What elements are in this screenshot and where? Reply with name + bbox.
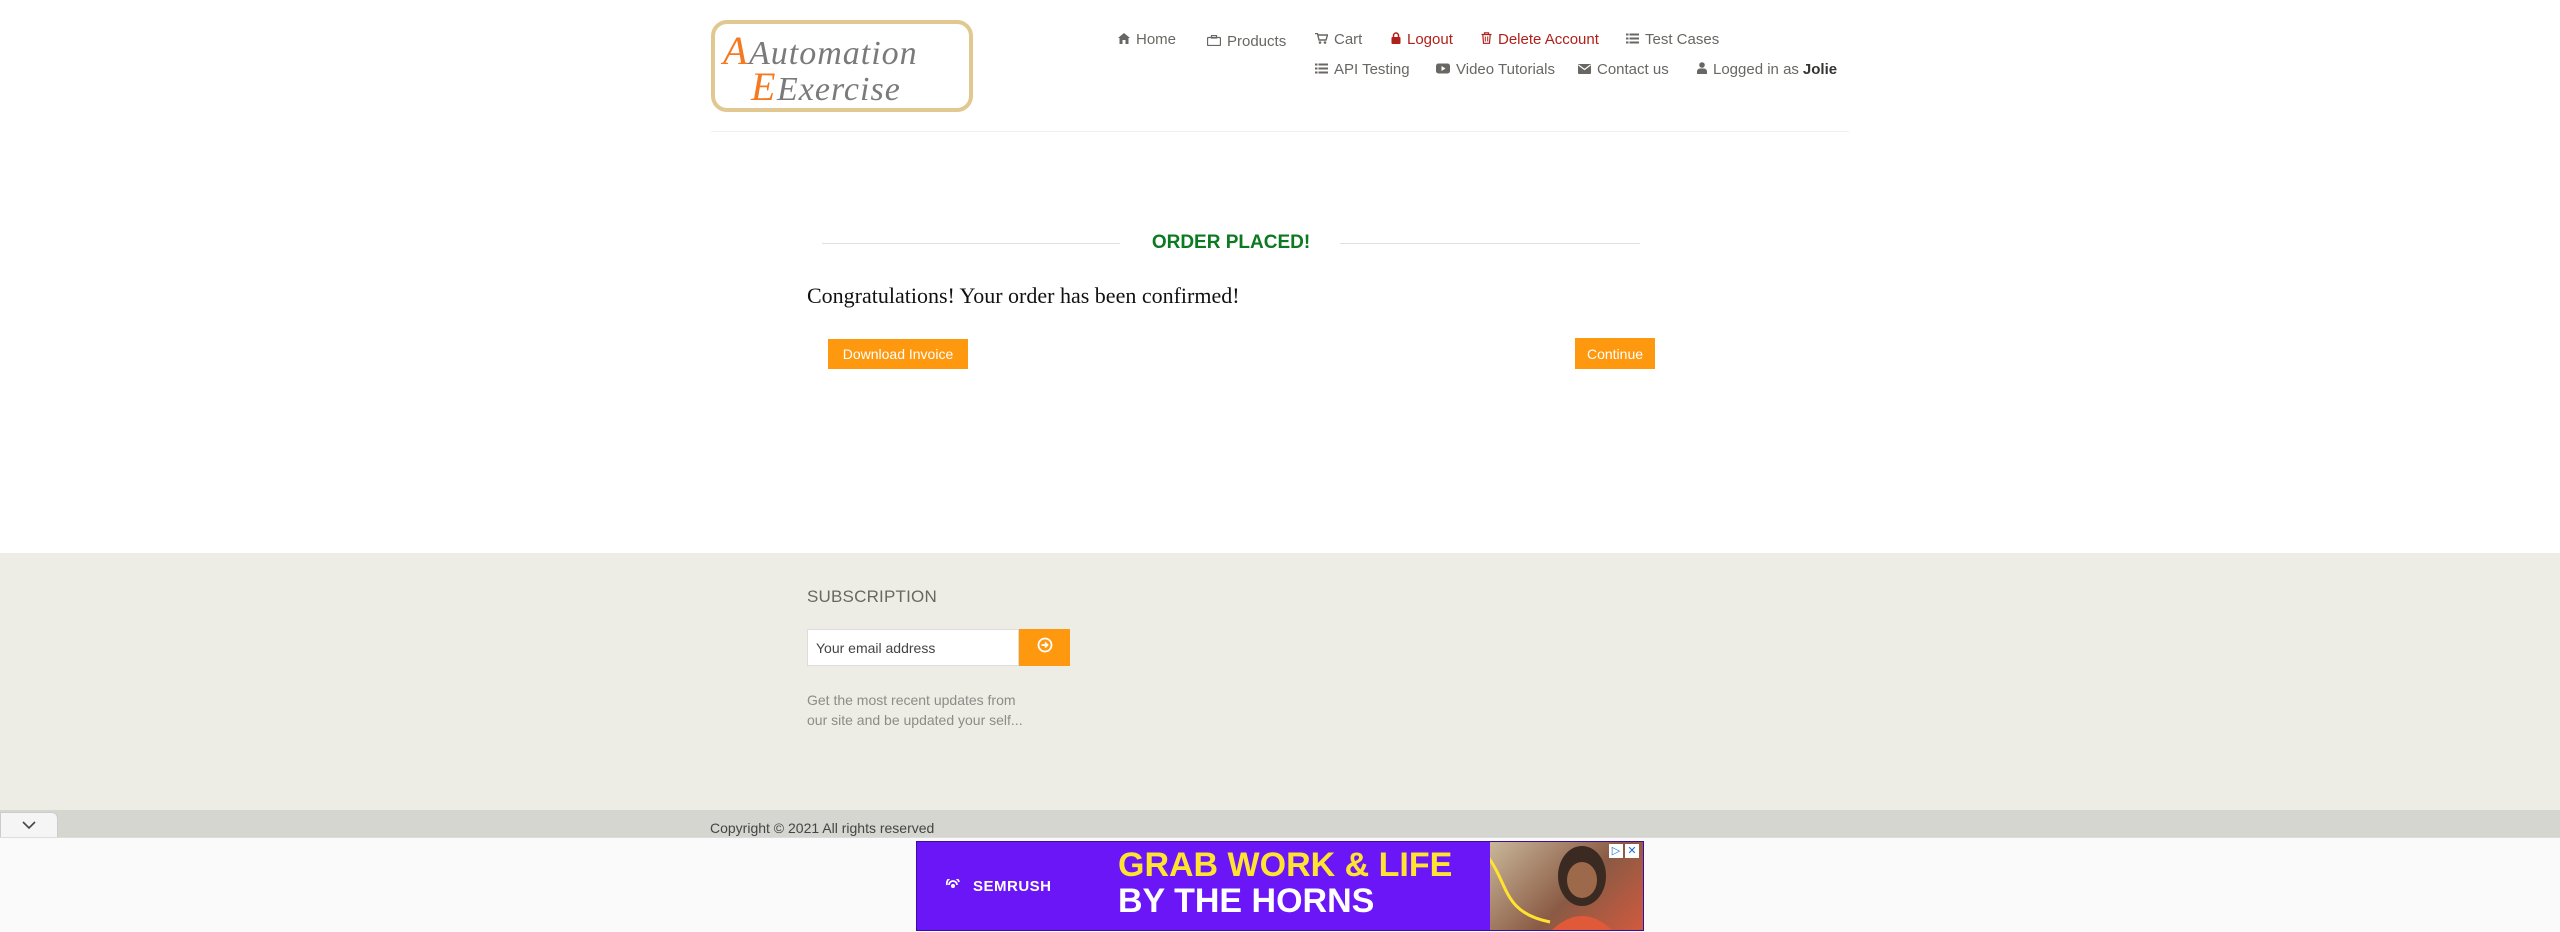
- subscribe-button[interactable]: [1019, 629, 1070, 666]
- svg-text:A: A: [720, 28, 748, 73]
- envelope-icon: [1578, 61, 1591, 78]
- nav-test-cases-label: Test Cases: [1645, 30, 1720, 48]
- footer: [0, 553, 2560, 810]
- nav-products-label: Products: [1227, 32, 1287, 50]
- logged-in-prefix: Logged in as: [1713, 60, 1799, 78]
- download-invoice-button[interactable]: Download Invoice: [828, 339, 968, 369]
- nav-contact-us-label: Contact us: [1597, 60, 1669, 78]
- continue-button[interactable]: Continue: [1575, 338, 1655, 369]
- ad-brand-name: SEMRUSH: [973, 878, 1052, 895]
- nav-cart-label: Cart: [1334, 30, 1363, 48]
- nav-delete-account-label: Delete Account: [1498, 30, 1599, 48]
- header-divider: [711, 131, 1849, 132]
- nav-api-testing-label: API Testing: [1334, 60, 1410, 78]
- list-icon: [1315, 61, 1328, 78]
- subscription-title: SUBSCRIPTION: [807, 587, 937, 606]
- ad-headline-line2: BY THE HORNS: [1118, 882, 1375, 920]
- subscription-description: Get the most recent updates from our sit…: [807, 692, 1023, 728]
- ad-info-icon[interactable]: ▷: [1609, 844, 1623, 858]
- youtube-play-icon: [1436, 61, 1450, 78]
- ad-collapse-toggle[interactable]: [0, 812, 58, 838]
- list-icon: [1626, 31, 1639, 48]
- chevron-down-icon: [22, 817, 36, 835]
- nav-logout[interactable]: Logout: [1391, 28, 1453, 50]
- nav-api-testing[interactable]: API Testing: [1315, 58, 1410, 80]
- nav-video-tutorials-label: Video Tutorials: [1456, 60, 1555, 78]
- home-icon: [1118, 31, 1130, 48]
- lock-icon: [1391, 31, 1401, 48]
- cart-icon: [1315, 31, 1329, 48]
- ad-close-icon[interactable]: ✕: [1625, 844, 1639, 858]
- ad-headline: GRAB WORK & LIFE BY THE HORNS: [1118, 847, 1452, 919]
- nav-home-label: Home: [1136, 30, 1177, 48]
- logged-in-username: Jolie: [1802, 60, 1838, 78]
- subscription-email-input[interactable]: Your email address: [807, 629, 1019, 666]
- logo-text-line2: Exercise: [776, 71, 901, 108]
- nav-products[interactable]: Products: [1206, 30, 1287, 52]
- semrush-logo-icon: [945, 876, 967, 895]
- ad-brand: SEMRUSH: [945, 876, 1052, 895]
- user-icon: [1697, 61, 1707, 78]
- order-placed-title: ORDER PLACED!: [1151, 232, 1311, 253]
- nav-contact-us[interactable]: Contact us: [1578, 58, 1669, 80]
- trash-icon: [1481, 31, 1492, 48]
- svg-text:E: E: [750, 64, 775, 108]
- nav-logout-label: Logout: [1407, 30, 1453, 48]
- order-title-row: ORDER PLACED!: [822, 228, 1640, 258]
- site-logo[interactable]: A Automation E Exercise: [711, 20, 973, 112]
- briefcase-icon: [1206, 33, 1222, 50]
- logged-in-status: Logged in as Jolie: [1697, 58, 1837, 80]
- nav-home[interactable]: Home: [1118, 28, 1176, 50]
- semrush-ad-banner[interactable]: SEMRUSH GRAB WORK & LIFE BY THE HORNS ▷ …: [916, 841, 1644, 931]
- nav-test-cases[interactable]: Test Cases: [1626, 28, 1719, 50]
- order-confirmation-message: Congratulations! Your order has been con…: [807, 283, 1240, 308]
- nav-video-tutorials[interactable]: Video Tutorials: [1436, 58, 1555, 80]
- nav-delete-account[interactable]: Delete Account: [1481, 28, 1599, 50]
- arrow-circle-right-icon: [1037, 637, 1053, 658]
- nav-cart[interactable]: Cart: [1315, 28, 1362, 50]
- copyright-bar: [0, 810, 2560, 837]
- copyright-text: Copyright © 2021 All rights reserved: [710, 820, 935, 836]
- ad-headline-line1: GRAB WORK & LIFE: [1118, 846, 1453, 884]
